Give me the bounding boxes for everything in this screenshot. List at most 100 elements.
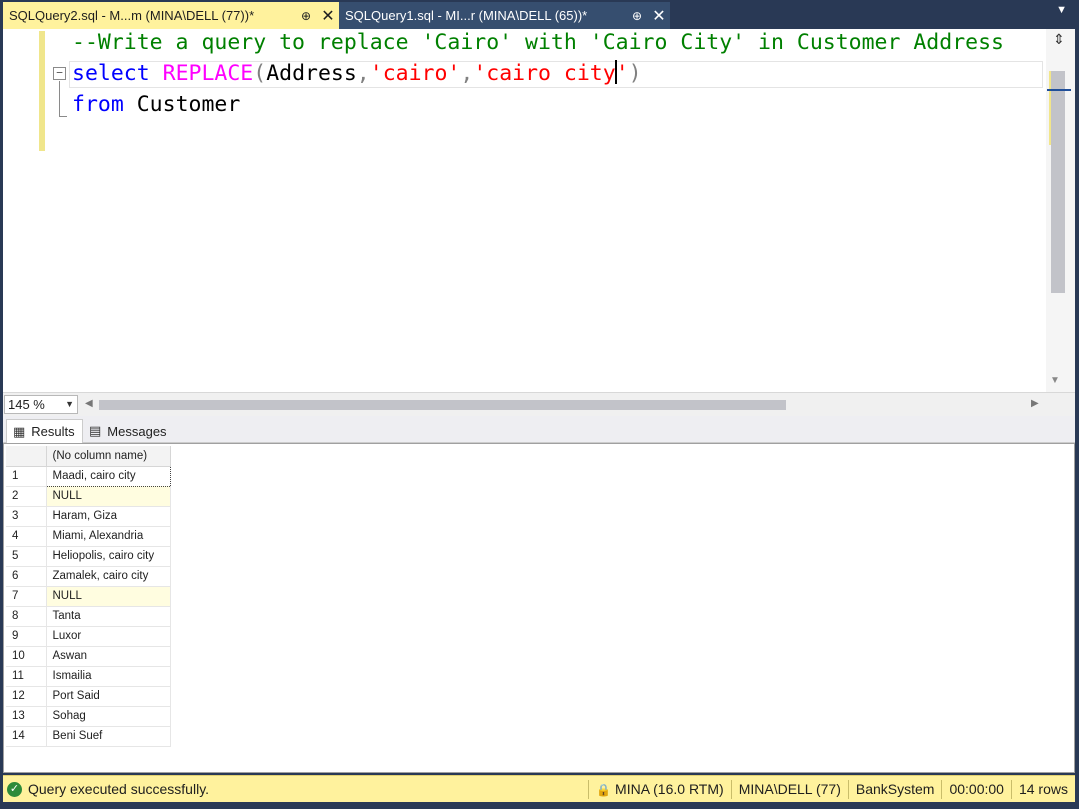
tab-sqlquery2[interactable]: SQLQuery2.sql - M...m (MINA\DELL (77))* …	[3, 2, 339, 29]
code-line-1[interactable]: --Write a query to replace 'Cairo' with …	[72, 28, 1004, 58]
row-number[interactable]: 5	[6, 546, 47, 567]
keyword-select: select	[72, 61, 150, 86]
grid-cell[interactable]: Zamalek, cairo city	[46, 566, 171, 587]
horizontal-scroll-thumb[interactable]	[99, 400, 786, 410]
check-icon: ✓	[7, 781, 22, 797]
scroll-right-arrow-icon[interactable]: ▶	[1031, 398, 1039, 409]
table-row[interactable]: 10 Aswan	[6, 646, 171, 667]
table-row[interactable]: 2 NULL	[6, 486, 171, 507]
status-user: MINA\DELL (77)	[730, 779, 848, 799]
table-row[interactable]: 11 Ismailia	[6, 666, 171, 687]
table-row[interactable]: 7 NULL	[6, 586, 171, 607]
row-number[interactable]: 2	[6, 486, 47, 507]
tab-messages[interactable]: ▤ Messages	[83, 419, 169, 443]
table-row[interactable]: 5 Heliopolis, cairo city	[6, 546, 171, 567]
vertical-scroll-thumb[interactable]	[1051, 71, 1065, 293]
pin-icon[interactable]: ⊕	[626, 9, 648, 23]
table-row[interactable]: 12 Port Said	[6, 686, 171, 707]
messages-icon: ▤	[89, 423, 102, 438]
close-icon[interactable]: ✕	[317, 6, 339, 26]
string-cairo-city: 'cairo city	[473, 61, 616, 86]
grid-cell[interactable]: Miami, Alexandria	[46, 526, 171, 547]
status-row-count: 14 rows	[1010, 779, 1075, 799]
zoom-value: 145 %	[8, 397, 45, 412]
grid-cell[interactable]: Luxor	[46, 626, 171, 647]
table-row[interactable]: 13 Sohag	[6, 706, 171, 727]
column-header[interactable]: (No column name)	[46, 446, 171, 467]
status-database: BankSystem	[847, 779, 942, 799]
code-line-3[interactable]: from Customer	[72, 90, 240, 120]
open-paren: (	[253, 61, 267, 86]
outline-line	[59, 81, 60, 117]
editor-bottom-bar: 145 % ▼ ◀ ▶	[3, 392, 1075, 416]
grid-cell[interactable]: Aswan	[46, 646, 171, 667]
row-number[interactable]: 13	[6, 706, 47, 727]
table-customer: Customer	[136, 92, 241, 117]
grid-cell[interactable]: Ismailia	[46, 666, 171, 687]
table-row[interactable]: 8 Tanta	[6, 606, 171, 627]
pin-icon[interactable]: ⊕	[295, 9, 317, 23]
server-label: MINA (16.0 RTM)	[615, 780, 724, 797]
results-grid-area[interactable]: (No column name) 1 Maadi, cairo city 2 NULL…	[3, 443, 1075, 773]
table-row[interactable]: 1 Maadi, cairo city	[6, 465, 171, 487]
grid-cell[interactable]: NULL	[46, 486, 171, 507]
table-row[interactable]: 4 Miami, Alexandria	[6, 526, 171, 547]
grid-cell[interactable]: Beni Suef	[46, 726, 171, 747]
table-row[interactable]: 14 Beni Suef	[6, 726, 171, 747]
keyword-from: from	[72, 92, 124, 117]
row-number[interactable]: 1	[6, 466, 47, 487]
grid-cell[interactable]: Haram, Giza	[46, 506, 171, 527]
row-number[interactable]: 7	[6, 586, 47, 607]
function-replace: REPLACE	[162, 61, 254, 86]
tab-results-label: Results	[31, 424, 75, 439]
query-editor[interactable]: − --Write a query to replace 'Cairo' wit…	[3, 29, 1075, 392]
row-number[interactable]: 12	[6, 686, 47, 707]
chevron-down-icon[interactable]: ▼	[65, 396, 74, 413]
zoom-select[interactable]: 145 % ▼	[4, 395, 78, 414]
sql-comment: --Write a query to replace 'Cairo' with …	[72, 30, 1004, 55]
results-tab-strip: ▦ Results ▤ Messages	[3, 416, 1075, 443]
string-quote-end: '	[615, 61, 629, 86]
grid-cell[interactable]: Port Said	[46, 686, 171, 707]
row-number[interactable]: 9	[6, 626, 47, 647]
scroll-down-arrow-icon[interactable]: ▼	[1050, 375, 1060, 386]
table-row[interactable]: 9 Luxor	[6, 626, 171, 647]
tab-title: SQLQuery2.sql - M...m (MINA\DELL (77))*	[9, 8, 255, 23]
split-editor-icon[interactable]: ⇕	[1048, 31, 1070, 51]
tab-overflow-dropdown-icon[interactable]: ▼	[1056, 4, 1067, 16]
row-number[interactable]: 8	[6, 606, 47, 627]
row-number[interactable]: 11	[6, 666, 47, 687]
grid-cell[interactable]: Heliopolis, cairo city	[46, 546, 171, 567]
close-icon[interactable]: ✕	[648, 6, 670, 26]
grid-corner[interactable]	[6, 446, 47, 467]
grid-cell[interactable]: Maadi, cairo city	[45, 465, 171, 487]
tab-results[interactable]: ▦ Results	[6, 419, 83, 443]
status-bar: ✓ Query executed successfully. 🔒 MINA (16…	[3, 775, 1075, 802]
collapse-toggle-icon[interactable]: −	[53, 67, 66, 80]
table-row[interactable]: 3 Haram, Giza	[6, 506, 171, 527]
row-number[interactable]: 14	[6, 726, 47, 747]
tab-sqlquery1[interactable]: SQLQuery1.sql - MI...r (MINA\DELL (65))*…	[339, 2, 670, 29]
document-tab-strip: SQLQuery2.sql - M...m (MINA\DELL (77))* …	[0, 0, 1079, 29]
tab-messages-label: Messages	[107, 423, 167, 439]
results-grid: (No column name) 1 Maadi, cairo city 2 NULL…	[6, 446, 171, 747]
scroll-left-arrow-icon[interactable]: ◀	[85, 398, 93, 409]
row-number[interactable]: 4	[6, 526, 47, 547]
lock-icon: 🔒	[596, 782, 612, 797]
scrollbar-caret-marker	[1047, 89, 1071, 91]
status-elapsed: 00:00:00	[941, 779, 1011, 799]
table-row[interactable]: 6 Zamalek, cairo city	[6, 566, 171, 587]
status-message: Query executed successfully.	[28, 781, 210, 797]
close-paren: )	[628, 61, 642, 86]
grid-cell[interactable]: NULL	[46, 586, 171, 607]
change-tracking-bar	[39, 31, 45, 151]
window-bottom-border	[0, 802, 1079, 809]
code-line-2[interactable]: select REPLACE(Address,'cairo','cairo ci…	[72, 59, 642, 89]
grid-cell[interactable]: Tanta	[46, 606, 171, 627]
row-number[interactable]: 10	[6, 646, 47, 667]
grid-cell[interactable]: Sohag	[46, 706, 171, 727]
row-number[interactable]: 3	[6, 506, 47, 527]
grid-icon: ▦	[13, 423, 26, 439]
tab-title: SQLQuery1.sql - MI...r (MINA\DELL (65))*	[345, 8, 588, 23]
row-number[interactable]: 6	[6, 566, 47, 587]
